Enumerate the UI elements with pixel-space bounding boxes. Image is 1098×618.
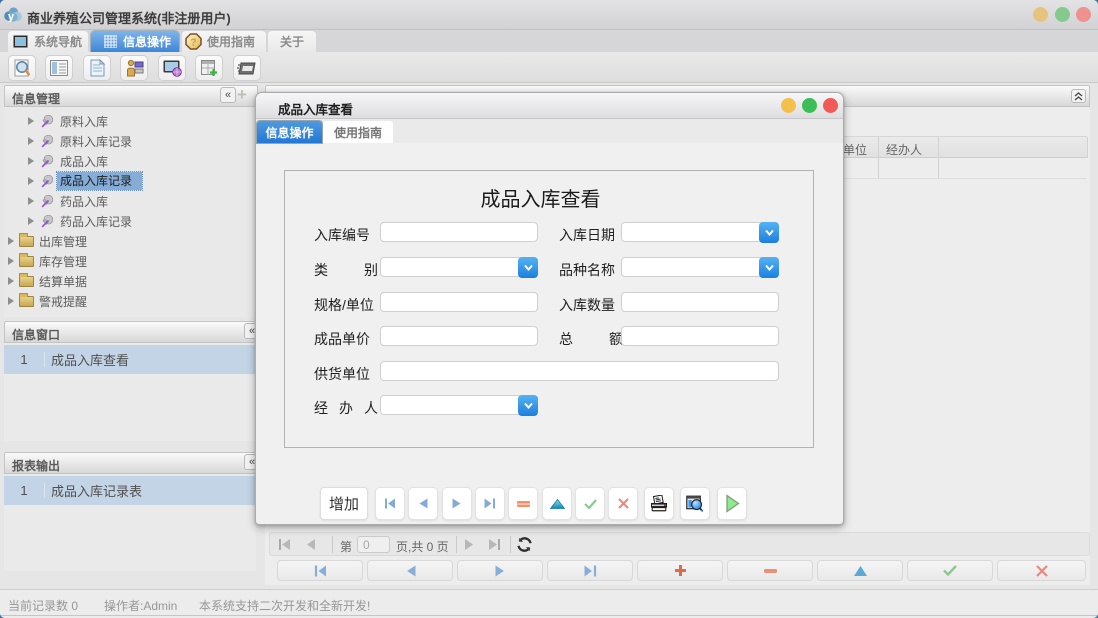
- svg-text:?: ?: [190, 37, 196, 49]
- svg-text:y: y: [8, 11, 15, 22]
